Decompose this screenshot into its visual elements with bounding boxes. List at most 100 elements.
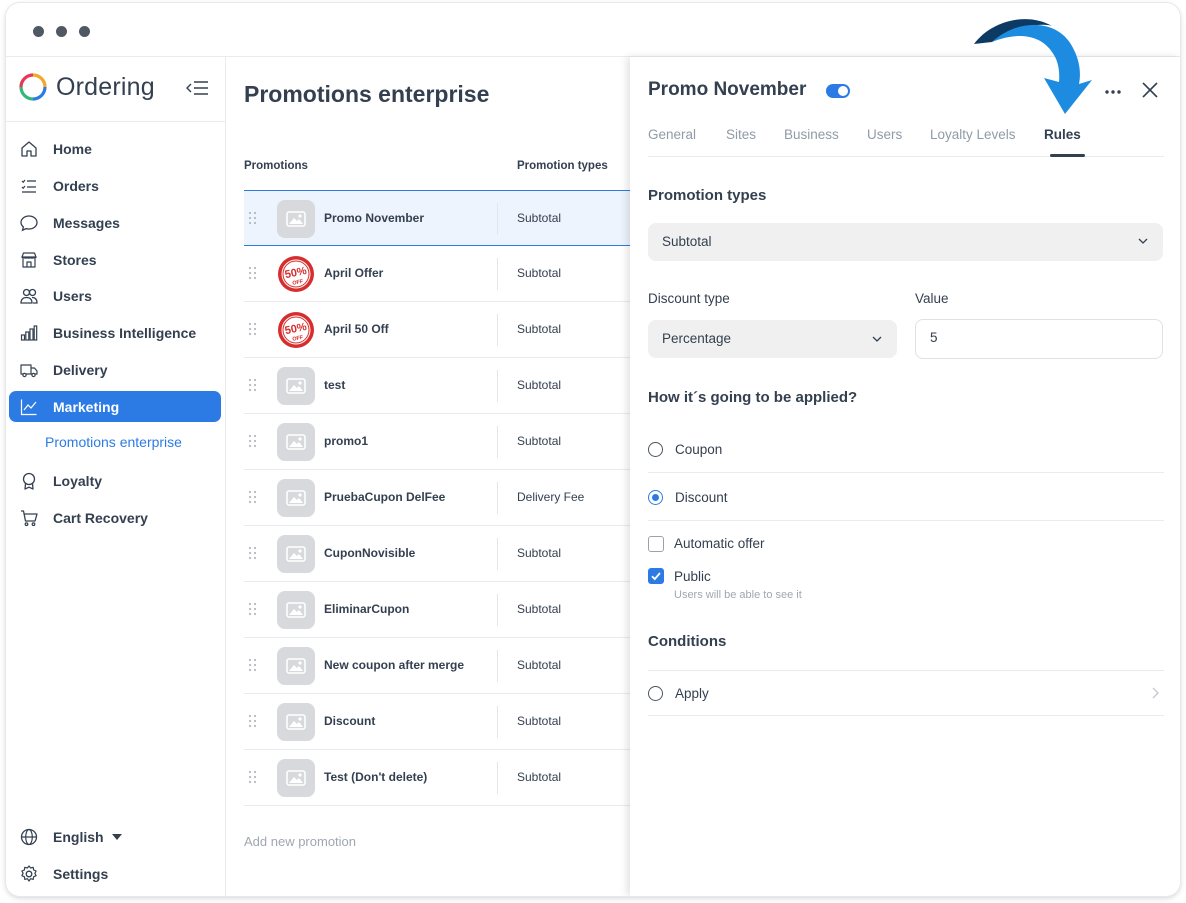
sidebar-item-settings[interactable]: Settings — [9, 858, 221, 889]
image-placeholder-icon — [277, 535, 315, 573]
sidebar-item-cart-recovery[interactable]: Cart Recovery — [9, 502, 221, 533]
promotion-name: Promo November — [324, 211, 425, 225]
title-bar — [6, 3, 1180, 57]
drag-handle-icon[interactable] — [248, 378, 257, 392]
table-row[interactable]: 50% OFF April Offer Subtotal — [244, 246, 630, 302]
drag-handle-icon[interactable] — [248, 211, 257, 225]
caret-down-icon — [111, 833, 122, 840]
image-placeholder-icon — [277, 479, 315, 517]
drag-handle-icon[interactable] — [248, 714, 257, 728]
table-row[interactable]: New coupon after merge Subtotal — [244, 638, 630, 694]
value-input-wrapper — [915, 319, 1163, 359]
discount-type-label: Discount type — [648, 291, 730, 306]
sidebar-item-home[interactable]: Home — [9, 133, 221, 164]
discount-radio[interactable] — [648, 490, 663, 505]
drag-handle-icon[interactable] — [248, 266, 257, 280]
tab-loyalty-levels[interactable]: Loyalty Levels — [930, 127, 1016, 142]
apply-radio[interactable] — [648, 686, 663, 701]
promotion-name: CuponNovisible — [324, 546, 416, 560]
column-header-promotion-types: Promotion types — [517, 160, 608, 172]
image-placeholder-icon — [277, 703, 315, 741]
promo-badge-image: 50% OFF — [277, 311, 315, 349]
sidebar-item-messages[interactable]: Messages — [9, 207, 221, 238]
tab-general[interactable]: General — [648, 127, 696, 142]
promotion-name: New coupon after merge — [324, 658, 465, 672]
coupon-option[interactable]: Coupon — [648, 425, 1164, 473]
drag-handle-icon[interactable] — [248, 434, 257, 448]
more-options-icon[interactable] — [1102, 81, 1124, 103]
column-separator — [497, 426, 498, 458]
promotion-type: Subtotal — [517, 266, 562, 280]
table-row[interactable]: PruebaCupon DelFee Delivery Fee — [244, 470, 630, 526]
add-new-promotion-link[interactable]: Add new promotion — [244, 834, 356, 849]
public-checkbox[interactable] — [648, 568, 664, 584]
value-input[interactable] — [930, 330, 1130, 345]
sidebar-item-delivery[interactable]: Delivery — [9, 354, 221, 385]
discount-type-value: Percentage — [662, 331, 732, 346]
coupon-radio[interactable] — [648, 442, 663, 457]
language-selector[interactable]: English — [9, 821, 221, 852]
image-placeholder-icon — [277, 423, 315, 461]
chevron-down-icon — [1138, 238, 1148, 244]
window-dot — [56, 26, 67, 37]
promotion-name: PruebaCupon DelFee — [324, 490, 446, 504]
sidebar-item-users[interactable]: Users — [9, 280, 221, 311]
table-row[interactable]: test Subtotal — [244, 358, 630, 414]
sidebar-item-loyalty[interactable]: Loyalty — [9, 465, 221, 496]
sidebar-item-orders[interactable]: Orders — [9, 170, 221, 201]
sidebar-subitem-promotions-enterprise[interactable]: Promotions enterprise — [45, 434, 182, 450]
divider — [6, 121, 226, 122]
discount-option[interactable]: Discount — [648, 473, 1164, 521]
promotion-type-select[interactable]: Subtotal — [648, 223, 1163, 261]
drag-handle-icon[interactable] — [248, 546, 257, 560]
drag-handle-icon[interactable] — [248, 658, 257, 672]
sidebar-item-label: Orders — [53, 177, 99, 194]
drag-handle-icon[interactable] — [248, 322, 257, 336]
applied-heading: How it´s going to be applied? — [648, 389, 858, 406]
promotion-type: Subtotal — [517, 658, 562, 672]
enable-toggle[interactable] — [826, 84, 850, 98]
automatic-offer-checkbox[interactable] — [648, 536, 664, 552]
column-header-promotions: Promotions — [244, 160, 308, 172]
drag-handle-icon[interactable] — [248, 770, 257, 784]
brand[interactable]: Ordering — [18, 71, 155, 103]
tab-rules[interactable]: Rules — [1044, 127, 1081, 142]
table-row[interactable]: Test (Don't delete) Subtotal — [244, 750, 630, 806]
value-label: Value — [915, 291, 949, 306]
table-row[interactable]: CuponNovisible Subtotal — [244, 526, 630, 582]
sidebar-item-label: Loyalty — [53, 472, 103, 489]
sidebar-item-business-intelligence[interactable]: Business Intelligence — [9, 317, 221, 348]
promotion-type: Subtotal — [517, 434, 562, 448]
window-dot — [79, 26, 90, 37]
image-placeholder-icon — [277, 200, 315, 238]
promotion-name: test — [324, 378, 346, 392]
close-icon[interactable] — [1139, 79, 1161, 101]
store-icon — [19, 250, 39, 270]
discount-type-select[interactable]: Percentage — [648, 320, 897, 358]
collapse-menu-icon[interactable] — [184, 77, 212, 99]
discount-label: Discount — [675, 490, 728, 505]
tab-business[interactable]: Business — [784, 127, 839, 142]
drag-handle-icon[interactable] — [248, 602, 257, 616]
chevron-right-icon — [1152, 687, 1159, 699]
promotions-list-area: Promotions enterprise Promotions Promoti… — [227, 57, 630, 896]
chevron-down-icon — [872, 336, 882, 342]
award-icon — [19, 471, 39, 491]
tab-sites[interactable]: Sites — [726, 127, 756, 142]
column-separator — [497, 370, 498, 402]
table-row[interactable]: EliminarCupon Subtotal — [244, 582, 630, 638]
sidebar-item-marketing[interactable]: Marketing — [9, 391, 221, 422]
table-row[interactable]: promo1 Subtotal — [244, 414, 630, 470]
table-row[interactable]: Promo November Subtotal — [244, 190, 630, 246]
sidebar-item-stores[interactable]: Stores — [9, 244, 221, 275]
globe-icon — [19, 827, 39, 847]
condition-apply-row[interactable]: Apply — [648, 670, 1164, 716]
tab-users[interactable]: Users — [867, 127, 902, 142]
table-row[interactable]: 50% OFF April 50 Off Subtotal — [244, 302, 630, 358]
table-row[interactable]: Discount Subtotal — [244, 694, 630, 750]
drag-handle-icon[interactable] — [248, 490, 257, 504]
promotion-type: Subtotal — [517, 770, 562, 784]
apply-label: Apply — [675, 686, 709, 701]
ordering-logo-icon — [19, 73, 47, 101]
promotion-name: EliminarCupon — [324, 602, 410, 616]
